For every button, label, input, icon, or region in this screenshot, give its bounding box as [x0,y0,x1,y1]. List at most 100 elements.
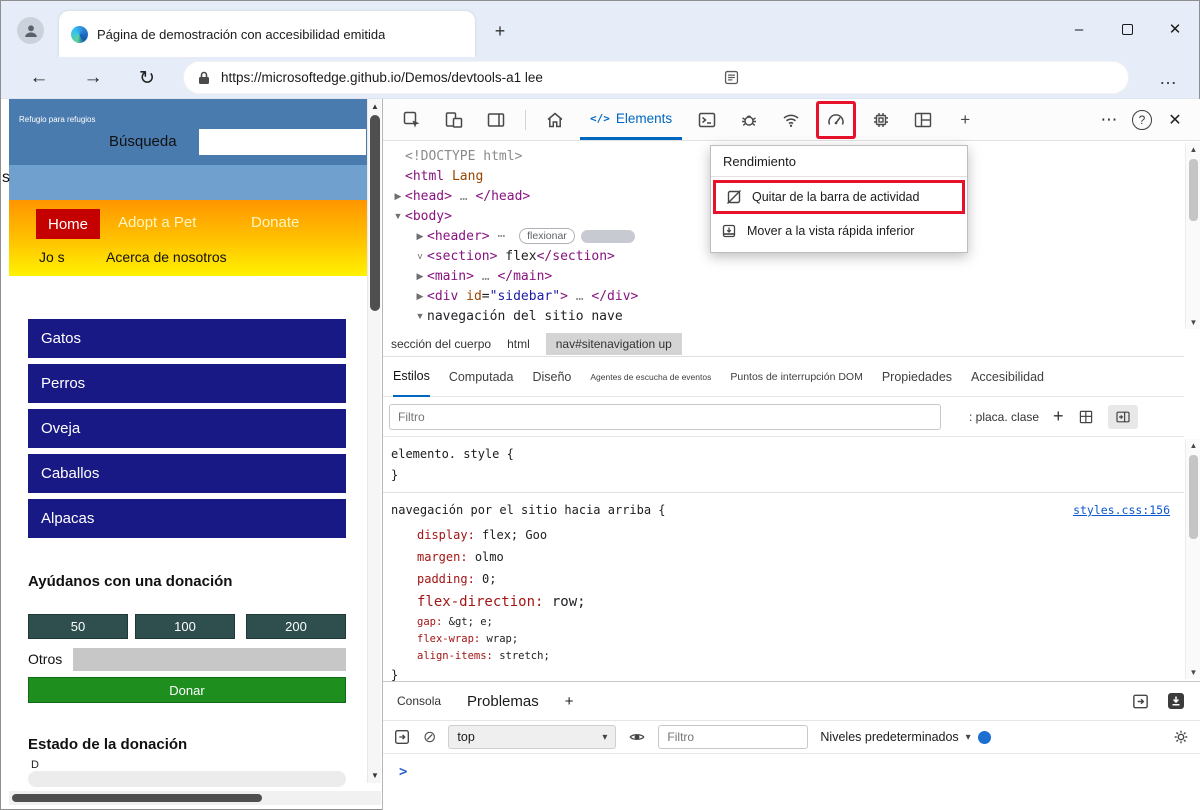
breadcrumb-item[interactable]: sección del cuerpo [391,337,491,351]
css-property[interactable]: gap: &gt; e; [417,614,1176,631]
address-bar[interactable]: https://microsoftedge.github.io/Demos/de… [183,61,1129,94]
nav-donate-link[interactable]: Donate [251,214,299,231]
scroll-up-icon[interactable]: ▲ [1186,441,1200,450]
nav-about-link[interactable]: Acerca de nosotros [106,249,227,265]
devtools-menu-icon[interactable]: ⋯ [1096,110,1122,130]
expand-arrow[interactable]: ▶ [413,231,427,242]
tab-accesibilidad[interactable]: Accesibilidad [971,357,1044,397]
browser-tab[interactable]: Página de demostración con accesibilidad… [59,11,475,57]
amount-100-button[interactable]: 100 [135,614,235,639]
page-horizontal-scrollbar[interactable] [9,791,381,805]
scroll-down-icon[interactable]: ▼ [1186,668,1200,677]
issues-counter-badge[interactable] [978,731,991,744]
amount-200-button[interactable]: 200 [246,614,346,639]
styles-filter-input[interactable] [389,404,941,430]
network-icon[interactable] [774,104,808,136]
console-prompt-chevron[interactable]: > [383,754,1200,780]
console-tool-icon[interactable] [690,104,724,136]
live-expression-eye-icon[interactable] [628,728,646,746]
scroll-down-icon[interactable]: ▼ [1186,318,1200,327]
category-button-oveja[interactable]: Oveja [28,409,346,448]
css-property[interactable]: display: flex; Goo [417,524,1176,546]
nav-secondary-link[interactable]: Jo s [39,249,65,265]
category-button-alpacas[interactable]: Alpacas [28,499,346,538]
console-body[interactable]: > [383,754,1200,810]
category-button-gatos[interactable]: Gatos [28,319,346,358]
search-input[interactable] [199,129,366,155]
css-property[interactable]: flex-wrap: wrap; [417,631,1176,648]
dom-tree-line[interactable]: ▶ <main> … </main> [391,266,1184,286]
page-vertical-scroll-thumb[interactable] [370,115,380,311]
debugger-icon[interactable] [732,104,766,136]
log-levels-dropdown[interactable]: Niveles predeterminados ▾ [820,730,990,744]
css-rule[interactable]: navegación por el sitio hacia arriba { s… [383,493,1184,681]
console-sidebar-icon[interactable] [393,728,411,746]
add-drawer-tab-icon[interactable]: + [565,693,574,710]
breadcrumb-item[interactable]: html [507,337,530,351]
donate-button[interactable]: Donar [28,677,346,703]
css-property[interactable]: margen: olmo [417,546,1176,568]
reading-mode-icon[interactable] [723,69,740,86]
tab-computada[interactable]: Computada [449,357,514,397]
css-property[interactable]: padding: 0; [417,568,1176,590]
scroll-up-icon[interactable]: ▲ [368,102,382,111]
page-vertical-scrollbar[interactable]: ▲ ▼ [367,99,381,783]
dom-tree-line[interactable]: ▶ <div id = "sidebar" > … </div> [391,286,1184,306]
layout-icon[interactable] [906,104,940,136]
console-filter-input[interactable] [658,725,808,749]
back-button[interactable]: ← [19,61,59,95]
dom-tree-line[interactable]: ▼ navegación del sitio nave [391,306,1184,326]
scroll-down-icon[interactable]: ▼ [368,771,382,780]
nav-adopt-link[interactable]: Adopt a Pet [118,214,196,231]
inspect-icon[interactable] [395,104,429,136]
hov-cls-toggle[interactable]: : placa. clase [969,410,1039,424]
grid-overlay-icon[interactable] [1078,409,1094,425]
tab-estilos[interactable]: Estilos [393,357,430,397]
reload-button[interactable]: ↻ [127,61,167,95]
profile-avatar[interactable] [17,17,44,44]
device-emulation-icon[interactable] [437,104,471,136]
browser-menu-button[interactable]: … [1151,63,1185,93]
nav-home-link[interactable]: Home [36,209,100,239]
amount-50-button[interactable]: 50 [28,614,128,639]
other-amount-input[interactable] [73,648,346,671]
console-settings-gear-icon[interactable] [1172,728,1190,746]
help-icon[interactable]: ? [1132,110,1152,130]
forward-button[interactable]: → [73,61,113,95]
scroll-up-icon[interactable]: ▲ [1186,145,1200,154]
tab-consola[interactable]: Consola [397,694,441,708]
dom-tree-scrollbar[interactable]: ▲ ▼ [1185,143,1200,329]
category-button-perros[interactable]: Perros [28,364,346,403]
category-button-caballos[interactable]: Caballos [28,454,346,493]
expand-quick-view-icon[interactable] [1166,691,1186,711]
clear-console-icon[interactable]: ⊘ [423,727,436,747]
tab-elements[interactable]: </> Elements [580,99,682,140]
home-icon[interactable] [538,104,572,136]
collapse-arrow[interactable]: v [413,251,427,261]
collapse-arrow[interactable]: ▼ [413,311,427,321]
javascript-context-select[interactable]: top ▾ [448,725,616,749]
menu-item-remove-from-activity-bar[interactable]: Quitar de la barra de actividad [713,180,965,214]
tab-event-listeners[interactable]: Agentes de escucha de eventos [590,357,711,397]
more-tools-add-icon[interactable]: + [948,104,982,136]
tab-problemas[interactable]: Problemas [467,693,539,710]
flex-badge[interactable]: flexionar [519,228,575,244]
page-horizontal-scroll-thumb[interactable] [12,794,262,802]
toggle-sidebar-icon[interactable] [1108,405,1138,429]
tab-dom-breakpoints[interactable]: Puntos de interrupción DOM [730,357,862,397]
dock-drawer-icon[interactable] [1131,692,1150,711]
css-property[interactable]: flex-direction: row; [417,590,1176,614]
minimize-button[interactable]: – [1055,6,1103,52]
expand-arrow[interactable]: ▶ [391,191,405,202]
menu-item-move-to-quick-view[interactable]: Mover a la vista rápida inferior [711,216,967,246]
memory-cpu-icon[interactable] [864,104,898,136]
performance-icon[interactable] [819,104,853,136]
breadcrumb-item-selected[interactable]: nav#sitenavigation up [546,333,682,355]
dock-side-icon[interactable] [479,104,513,136]
expand-arrow[interactable]: ▶ [413,271,427,282]
expand-arrow[interactable]: ▶ [413,291,427,302]
new-tab-button[interactable]: + [487,19,513,43]
css-property[interactable]: align-items: stretch; [417,648,1176,665]
scroll-thumb[interactable] [1189,455,1198,539]
close-devtools-icon[interactable]: ✕ [1162,110,1188,130]
